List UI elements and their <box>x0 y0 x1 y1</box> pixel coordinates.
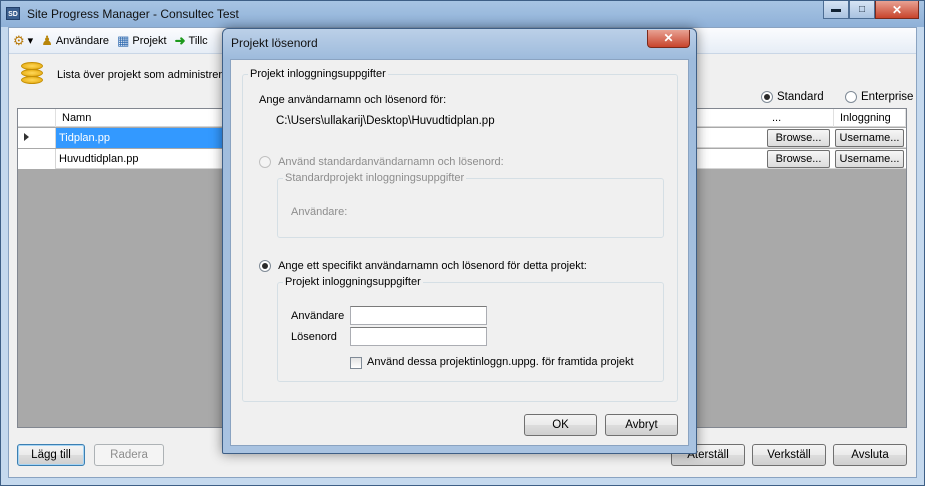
specific-credentials-option[interactable]: Ange ett specifikt användarnamn och löse… <box>259 260 587 273</box>
row-header[interactable] <box>18 149 56 169</box>
user-label: Användare <box>291 310 345 322</box>
current-row-icon <box>24 133 29 141</box>
username-button[interactable]: Username... <box>835 129 904 147</box>
projects-label: Projekt <box>132 34 167 47</box>
browse-button[interactable]: Browse... <box>767 129 830 147</box>
settings-menu-button[interactable]: ⚙ ▾ <box>13 34 33 47</box>
users-label: Användare <box>55 34 110 47</box>
window-controls: ▬ □ ✕ <box>823 1 919 19</box>
default-user-label: Användare: <box>291 206 348 218</box>
add-project-button[interactable]: ➜ Tillc <box>175 34 208 47</box>
project-path: C:\Users\ullakarij\Desktop\Huvudtidplan.… <box>276 115 495 127</box>
dropdown-arrow-icon: ▾ <box>27 35 34 47</box>
close-button[interactable]: ✕ <box>875 1 919 19</box>
title-bar[interactable]: SD Site Progress Manager - Consultec Tes… <box>1 1 924 27</box>
apply-button[interactable]: Verkställ <box>752 444 826 466</box>
default-credentials-radio[interactable] <box>259 156 271 169</box>
specific-credentials-radio[interactable] <box>259 260 271 273</box>
project-name-cell[interactable]: Huvudtidplan.pp <box>56 149 226 169</box>
default-group-title: Standardprojekt inloggningsuppgifter <box>285 172 465 184</box>
app-icon: SD <box>6 7 20 20</box>
remember-checkbox[interactable] <box>350 357 362 369</box>
row-header[interactable] <box>18 128 56 148</box>
group-title: Projekt inloggningsuppgifter <box>250 68 386 80</box>
user-icon: ♟ <box>41 33 53 48</box>
password-input[interactable] <box>350 327 487 346</box>
default-credentials-option[interactable]: Använd standardanvändarnamn och lösenord… <box>259 156 504 169</box>
maximize-button[interactable]: □ <box>849 1 875 19</box>
column-header-name[interactable]: Namn <box>56 109 226 127</box>
browse-button[interactable]: Browse... <box>767 150 830 168</box>
projects-icon: ▦ <box>117 33 130 48</box>
minimize-button[interactable]: ▬ <box>823 1 849 19</box>
remember-label: Använd dessa projektinloggn.uppg. för fr… <box>367 356 634 368</box>
mode-standard-option[interactable]: Standard <box>761 91 824 103</box>
add-label: Tillc <box>188 34 208 47</box>
column-header-login[interactable]: Inloggning <box>834 109 906 127</box>
users-button[interactable]: ♟ Användare <box>41 34 109 47</box>
dialog-close-button[interactable]: ✕ <box>647 30 690 48</box>
specific-group-title: Projekt inloggningsuppgifter <box>285 276 421 288</box>
column-header-browse[interactable]: ... <box>766 109 834 127</box>
prompt-label: Ange användarnamn och lösenord för: <box>259 94 447 106</box>
database-icon <box>21 62 43 88</box>
gear-icon: ⚙ <box>13 33 25 48</box>
specific-credentials-label: Ange ett specifikt användarnamn och löse… <box>278 260 587 273</box>
dialog-title: Projekt lösenord <box>231 36 318 50</box>
arrow-right-icon: ➜ <box>174 33 186 48</box>
default-credentials-group: Standardprojekt inloggningsuppgifter <box>277 172 664 238</box>
mode-enterprise-option[interactable]: Enterprise <box>845 91 913 103</box>
row-header-corner <box>18 109 56 127</box>
cancel-button[interactable]: Avbryt <box>605 414 678 436</box>
user-input[interactable] <box>350 306 487 325</box>
enterprise-label: Enterprise <box>861 91 914 103</box>
list-title: Lista över projekt som administreras <box>57 69 234 81</box>
delete-button[interactable]: Radera <box>94 444 164 466</box>
standard-radio[interactable] <box>761 91 773 103</box>
password-label: Lösenord <box>291 331 337 343</box>
project-name-cell[interactable]: Tidplan.pp <box>56 128 226 148</box>
add-button[interactable]: Lägg till <box>17 444 85 466</box>
default-credentials-label: Använd standardanvändarnamn och lösenord… <box>278 156 504 169</box>
dialog-client-area: Projekt inloggningsuppgifter Ange använd… <box>230 59 689 446</box>
username-button[interactable]: Username... <box>835 150 904 168</box>
exit-button[interactable]: Avsluta <box>833 444 907 466</box>
list-header: Lista över projekt som administreras <box>21 62 234 88</box>
projects-button[interactable]: ▦ Projekt <box>117 34 167 47</box>
window-title: Site Progress Manager - Consultec Test <box>27 7 239 21</box>
standard-label: Standard <box>777 91 824 103</box>
ok-button[interactable]: OK <box>524 414 597 436</box>
enterprise-radio[interactable] <box>845 91 857 103</box>
project-password-dialog: Projekt lösenord ✕ Projekt inloggningsup… <box>222 28 697 454</box>
